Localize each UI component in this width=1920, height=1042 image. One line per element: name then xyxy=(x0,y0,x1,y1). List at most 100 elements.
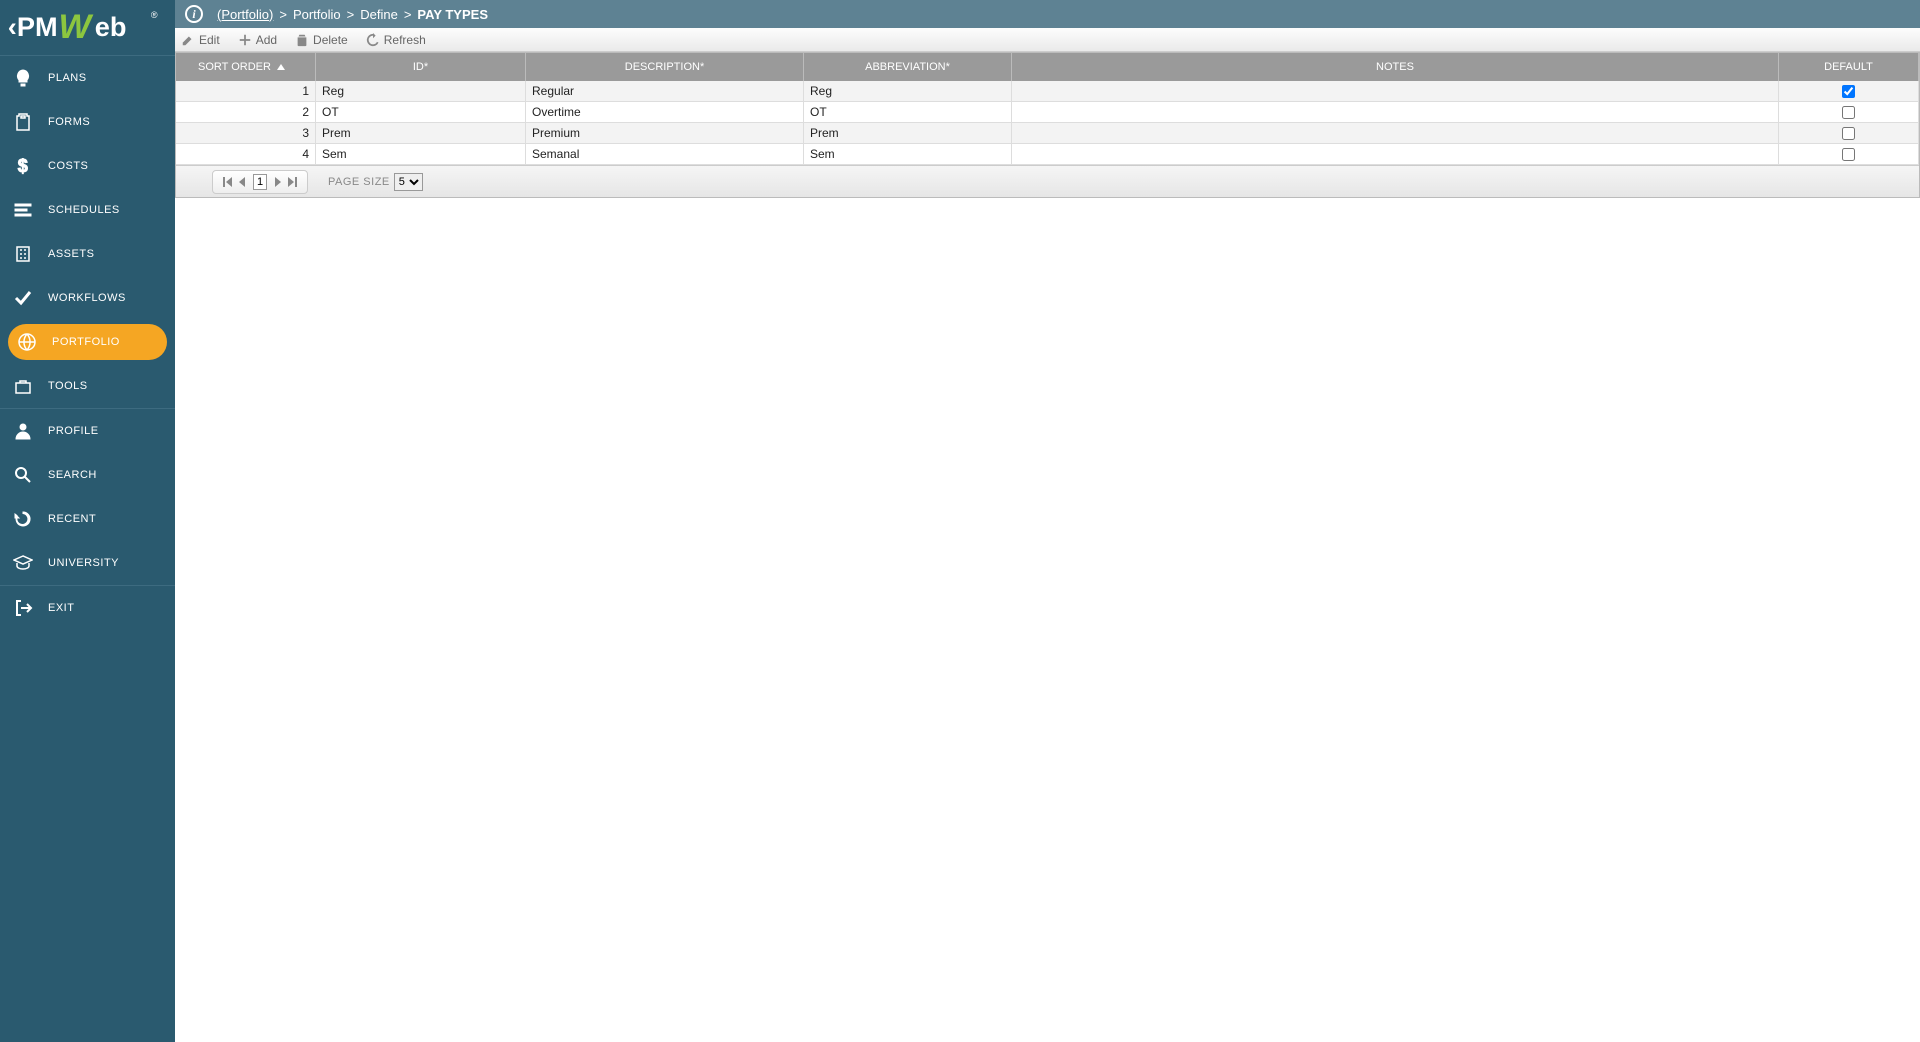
trash-icon xyxy=(295,33,309,47)
refresh-label: Refresh xyxy=(384,33,426,47)
col-notes[interactable]: NOTES xyxy=(1012,53,1779,81)
sidebar-item-exit[interactable]: EXIT xyxy=(0,586,175,630)
sidebar-item-tools[interactable]: TOOLS xyxy=(0,364,175,408)
search-icon xyxy=(12,464,34,486)
table-row[interactable]: 4SemSemanalSem xyxy=(176,144,1919,165)
default-checkbox[interactable] xyxy=(1842,85,1855,98)
pencil-icon xyxy=(181,33,195,47)
sidebar-item-label: WORKFLOWS xyxy=(48,292,126,304)
sidebar-item-costs[interactable]: $ COSTS xyxy=(0,144,175,188)
globe-icon xyxy=(16,331,38,353)
sidebar-item-label: TOOLS xyxy=(48,380,88,392)
sidebar-item-portfolio[interactable]: PORTFOLIO xyxy=(8,324,167,360)
sidebar-item-label: PORTFOLIO xyxy=(52,336,120,348)
sidebar-item-schedules[interactable]: SCHEDULES xyxy=(0,188,175,232)
sidebar-item-label: PLANS xyxy=(48,72,87,84)
info-icon[interactable]: i xyxy=(185,5,203,23)
breadcrumb-root[interactable]: (Portfolio) xyxy=(217,7,273,22)
logo[interactable]: ‹PM W eb ® xyxy=(0,0,175,55)
prev-page-icon[interactable] xyxy=(237,177,247,187)
cell-default xyxy=(1779,123,1919,144)
pager-nav xyxy=(212,170,308,194)
grid-header: SORT ORDER ID* DESCRIPTION* ABBREVIATION… xyxy=(176,53,1919,81)
cell-id: Reg xyxy=(316,81,526,102)
briefcase-icon xyxy=(12,375,34,397)
sidebar-item-label: COSTS xyxy=(48,160,88,172)
breadcrumb-sep: > xyxy=(404,7,412,22)
svg-text:eb: eb xyxy=(95,11,127,42)
table-row[interactable]: 2OTOvertimeOT xyxy=(176,102,1919,123)
clipboard-icon xyxy=(12,111,34,133)
cell-abbreviation: Prem xyxy=(804,123,1012,144)
table-row[interactable]: 3PremPremiumPrem xyxy=(176,123,1919,144)
sidebar-item-recent[interactable]: RECENT xyxy=(0,497,175,541)
cell-abbreviation: Sem xyxy=(804,144,1012,165)
cell-notes xyxy=(1012,102,1779,123)
sidebar-item-university[interactable]: UNIVERSITY xyxy=(0,541,175,585)
sidebar-item-label: SCHEDULES xyxy=(48,204,120,216)
cell-notes xyxy=(1012,81,1779,102)
building-icon xyxy=(12,243,34,265)
svg-text:$: $ xyxy=(18,156,29,176)
grid-body: 1RegRegularReg2OTOvertimeOT3PremPremiumP… xyxy=(176,81,1919,165)
cell-description: Semanal xyxy=(526,144,804,165)
exit-icon xyxy=(12,597,34,619)
cell-abbreviation: OT xyxy=(804,102,1012,123)
edit-button[interactable]: Edit xyxy=(181,33,220,47)
grad-icon xyxy=(12,552,34,574)
sidebar-item-label: RECENT xyxy=(48,513,96,525)
sidebar-item-profile[interactable]: PROFILE xyxy=(0,409,175,453)
data-grid: SORT ORDER ID* DESCRIPTION* ABBREVIATION… xyxy=(175,52,1920,198)
cell-id: Prem xyxy=(316,123,526,144)
col-default[interactable]: DEFAULT xyxy=(1779,53,1919,81)
refresh-button[interactable]: Refresh xyxy=(366,33,426,47)
add-button[interactable]: Add xyxy=(238,33,277,47)
breadcrumb: i (Portfolio) > Portfolio > Define > PAY… xyxy=(175,0,1920,28)
table-row[interactable]: 1RegRegularReg xyxy=(176,81,1919,102)
refresh-icon xyxy=(366,33,380,47)
breadcrumb-part[interactable]: Portfolio xyxy=(293,7,341,22)
cell-order: 1 xyxy=(176,81,316,102)
sidebar-item-workflows[interactable]: WORKFLOWS xyxy=(0,276,175,320)
sidebar-item-label: FORMS xyxy=(48,116,90,128)
col-description[interactable]: DESCRIPTION* xyxy=(526,53,804,81)
toolbar: Edit Add Delete Refresh xyxy=(175,28,1920,52)
svg-text:®: ® xyxy=(151,10,158,20)
cell-notes xyxy=(1012,123,1779,144)
cell-default xyxy=(1779,144,1919,165)
last-page-icon[interactable] xyxy=(287,177,297,187)
next-page-icon[interactable] xyxy=(273,177,283,187)
delete-button[interactable]: Delete xyxy=(295,33,348,47)
col-abbreviation[interactable]: ABBREVIATION* xyxy=(804,53,1012,81)
cell-order: 2 xyxy=(176,102,316,123)
breadcrumb-sep: > xyxy=(279,7,287,22)
sidebar-item-label: UNIVERSITY xyxy=(48,557,119,569)
first-page-icon[interactable] xyxy=(223,177,233,187)
add-label: Add xyxy=(256,33,277,47)
cell-abbreviation: Reg xyxy=(804,81,1012,102)
breadcrumb-part[interactable]: Define xyxy=(360,7,398,22)
sidebar-item-plans[interactable]: PLANS xyxy=(0,56,175,100)
sidebar-item-assets[interactable]: ASSETS xyxy=(0,232,175,276)
plus-icon xyxy=(238,33,252,47)
svg-text:‹PM: ‹PM xyxy=(8,11,58,42)
delete-label: Delete xyxy=(313,33,348,47)
col-id[interactable]: ID* xyxy=(316,53,526,81)
cell-order: 3 xyxy=(176,123,316,144)
breadcrumb-page: PAY TYPES xyxy=(417,7,488,22)
sidebar-item-search[interactable]: SEARCH xyxy=(0,453,175,497)
cell-default xyxy=(1779,81,1919,102)
default-checkbox[interactable] xyxy=(1842,106,1855,119)
bars-icon xyxy=(12,199,34,221)
cell-id: Sem xyxy=(316,144,526,165)
content-area xyxy=(175,198,1920,1042)
cell-description: Overtime xyxy=(526,102,804,123)
sidebar-item-forms[interactable]: FORMS xyxy=(0,100,175,144)
page-number-input[interactable] xyxy=(253,174,267,190)
default-checkbox[interactable] xyxy=(1842,148,1855,161)
col-sort-order[interactable]: SORT ORDER xyxy=(176,53,316,81)
page-size-select[interactable]: 5 xyxy=(394,173,423,191)
pager: PAGE SIZE 5 xyxy=(176,165,1919,197)
default-checkbox[interactable] xyxy=(1842,127,1855,140)
sidebar-item-label: EXIT xyxy=(48,602,74,614)
